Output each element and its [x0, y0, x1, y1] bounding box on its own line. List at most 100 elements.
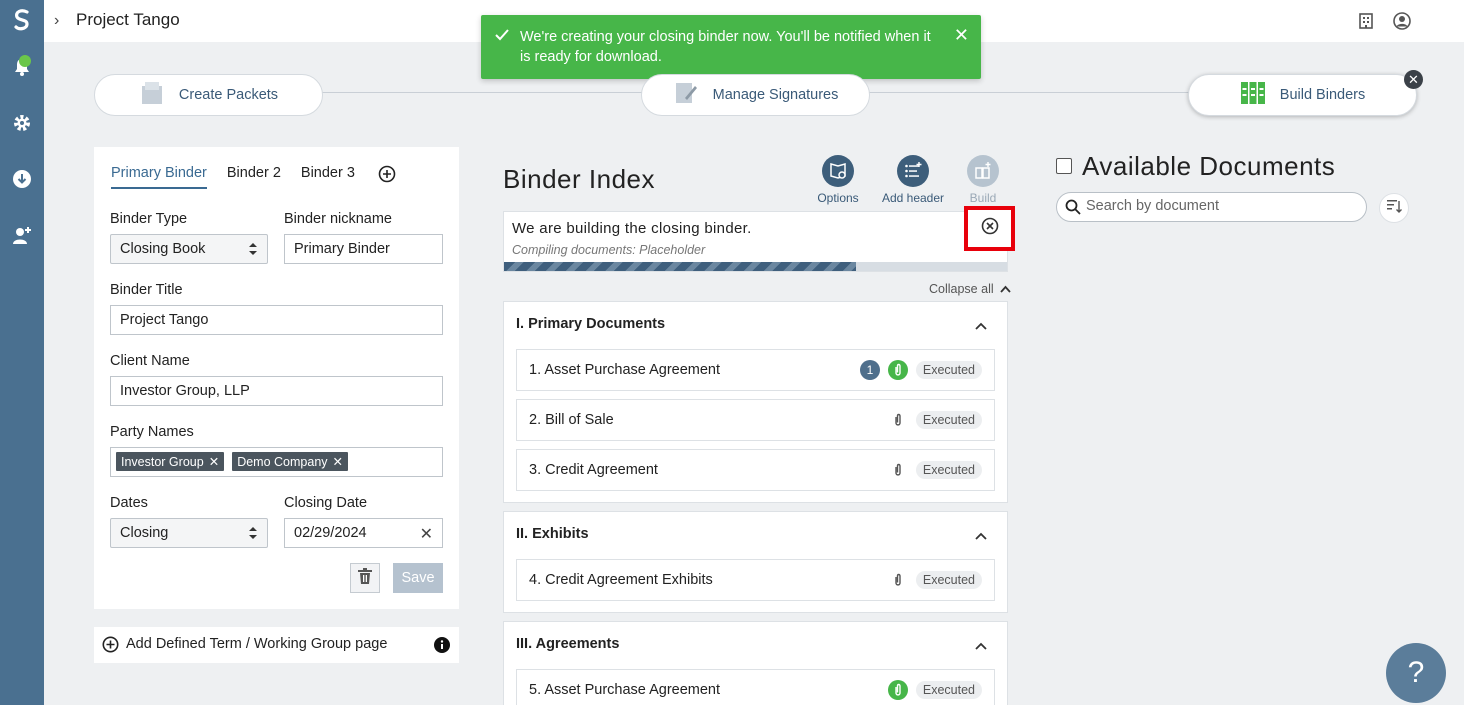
build-progress-fill — [504, 262, 857, 271]
document-name: 1. Asset Purchase Agreement — [529, 362, 721, 378]
attachment-icon[interactable] — [891, 411, 905, 429]
tab-binder-3[interactable]: Binder 3 — [301, 165, 355, 189]
status-badge: Executed — [915, 571, 982, 589]
binders-icon — [1240, 80, 1266, 110]
document-name: 5. Asset Purchase Agreement — [529, 682, 721, 698]
add-defined-term-row[interactable]: Add Defined Term / Working Group page — [94, 627, 459, 663]
select-all-checkbox[interactable] — [1056, 158, 1072, 174]
binder-title-input[interactable]: Project Tango — [110, 305, 443, 335]
search-input[interactable] — [1086, 198, 1356, 214]
party-chip: Investor Group ✕ — [116, 452, 225, 471]
chevron-up-icon[interactable] — [975, 527, 987, 545]
cancel-build-button[interactable] — [964, 206, 1015, 251]
settings-gear-icon[interactable] — [10, 111, 34, 135]
binder-type-label: Binder Type — [110, 211, 188, 227]
document-search — [1056, 192, 1367, 222]
party-names-input[interactable]: Investor Group ✕ Demo Company ✕ — [110, 447, 443, 477]
document-row[interactable]: 1. Asset Purchase Agreement 1 Executed — [516, 349, 995, 391]
options-button[interactable]: Options — [815, 155, 861, 205]
remove-chip-icon[interactable]: ✕ — [333, 455, 343, 469]
options-label: Options — [817, 191, 859, 205]
document-row[interactable]: 4. Credit Agreement Exhibits Executed — [516, 559, 995, 601]
remove-chip-icon[interactable]: ✕ — [209, 455, 219, 469]
status-badge: Executed — [915, 461, 982, 479]
step-build-binders[interactable]: Build Binders — [1188, 74, 1417, 116]
save-button[interactable]: Save — [393, 563, 443, 593]
closing-date-input[interactable]: 02/29/2024 ✕ — [284, 518, 443, 548]
attachment-icon[interactable] — [888, 360, 908, 380]
delete-binder-button[interactable] — [350, 563, 380, 593]
toast-message: We're creating your closing binder now. … — [520, 29, 931, 65]
chevron-right-icon[interactable]: › — [54, 12, 59, 30]
attachment-icon[interactable] — [891, 571, 905, 589]
sort-button[interactable] — [1379, 193, 1409, 223]
signature-icon — [673, 80, 699, 110]
success-toast: We're creating your closing binder now. … — [481, 15, 981, 79]
close-stepper-icon[interactable]: ✕ — [1404, 70, 1423, 89]
add-binder-icon[interactable] — [378, 165, 396, 188]
sort-icon — [1386, 198, 1402, 219]
building-icon[interactable] — [1356, 11, 1376, 31]
document-name: 4. Credit Agreement Exhibits — [529, 572, 713, 588]
chevron-up-icon — [997, 282, 1011, 296]
tab-binder-2[interactable]: Binder 2 — [227, 165, 281, 189]
section-primary-documents: I. Primary Documents 1. Asset Purchase A… — [503, 301, 1008, 503]
section-title: III. Agreements — [516, 636, 620, 652]
tab-primary-binder[interactable]: Primary Binder — [111, 165, 207, 189]
section-title: I. Primary Documents — [516, 316, 666, 332]
left-rail — [0, 0, 44, 705]
toast-close-icon[interactable]: ✕ — [954, 25, 969, 45]
clear-date-icon[interactable]: ✕ — [420, 524, 433, 544]
chevron-up-icon[interactable] — [975, 317, 987, 335]
select-arrows-icon — [248, 242, 258, 260]
build-status-panel: We are building the closing binder. Comp… — [503, 211, 1008, 272]
party-chip-label: Demo Company — [237, 455, 328, 469]
build-icon — [967, 155, 999, 187]
collapse-all-button[interactable]: Collapse all — [929, 282, 1011, 296]
search-icon — [1065, 199, 1081, 220]
status-badge: Executed — [915, 681, 982, 699]
nickname-input[interactable]: Primary Binder — [284, 234, 443, 264]
party-chip-label: Investor Group — [121, 455, 204, 469]
add-header-button[interactable]: Add header — [880, 155, 946, 205]
binder-type-select[interactable]: Closing Book — [110, 234, 268, 264]
available-documents-title: Available Documents — [1082, 151, 1336, 181]
binder-type-value: Closing Book — [120, 241, 206, 257]
section-exhibits: II. Exhibits 4. Credit Agreement Exhibit… — [503, 511, 1008, 613]
document-row[interactable]: 5. Asset Purchase Agreement Executed — [516, 669, 995, 705]
step-create-packets[interactable]: Create Packets — [94, 74, 323, 116]
add-user-icon[interactable] — [10, 223, 34, 247]
client-name-value: Investor Group, LLP — [120, 383, 250, 399]
attachment-icon[interactable] — [891, 461, 905, 479]
section-title: II. Exhibits — [516, 526, 589, 542]
binder-title-label: Binder Title — [110, 282, 183, 298]
attachment-icon[interactable] — [888, 680, 908, 700]
party-names-label: Party Names — [110, 424, 194, 440]
app-logo-icon[interactable] — [10, 8, 34, 32]
client-name-input[interactable]: Investor Group, LLP — [110, 376, 443, 406]
document-row[interactable]: 2. Bill of Sale Executed — [516, 399, 995, 441]
document-name: 2. Bill of Sale — [529, 412, 614, 428]
status-badge: Executed — [915, 411, 982, 429]
user-profile-icon[interactable] — [1392, 11, 1412, 31]
step-manage-signatures[interactable]: Manage Signatures — [641, 74, 870, 116]
section-agreements: III. Agreements 5. Asset Purchase Agreem… — [503, 621, 1008, 705]
check-icon — [494, 27, 510, 49]
info-icon[interactable] — [434, 637, 450, 657]
status-badge: Executed — [915, 361, 982, 379]
help-button[interactable]: ? — [1386, 643, 1446, 703]
build-button[interactable]: Build — [961, 155, 1005, 205]
notification-dot — [19, 55, 31, 67]
nickname-label: Binder nickname — [284, 211, 392, 227]
dates-label: Dates — [110, 495, 148, 511]
dates-select[interactable]: Closing — [110, 518, 268, 548]
document-name: 3. Credit Agreement — [529, 462, 658, 478]
download-icon[interactable] — [10, 167, 34, 191]
build-status-subtitle: Compiling documents: Placeholder — [512, 243, 706, 257]
document-row[interactable]: 3. Credit Agreement Executed — [516, 449, 995, 491]
closing-date-value: 02/29/2024 — [294, 525, 367, 541]
chevron-up-icon[interactable] — [975, 637, 987, 655]
collapse-all-label: Collapse all — [929, 282, 994, 296]
binder-title-value: Project Tango — [120, 312, 209, 328]
binder-index-title: Binder Index — [503, 164, 655, 194]
